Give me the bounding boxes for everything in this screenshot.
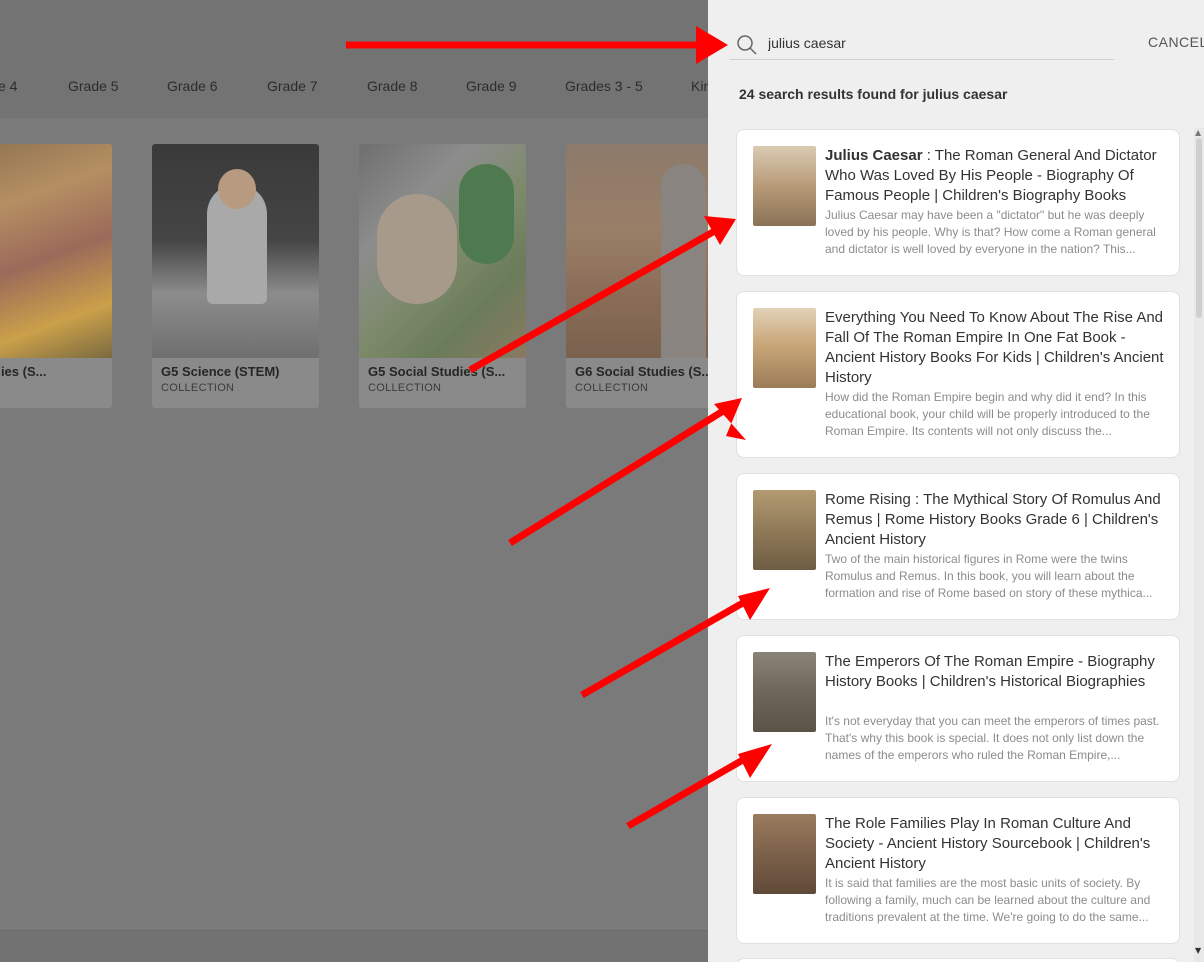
- collection-type: COLLECTION: [575, 382, 649, 394]
- search-result-card[interactable]: [736, 958, 1180, 962]
- search-result-card[interactable]: The Role Families Play In Roman Culture …: [736, 797, 1180, 944]
- tab-grade-7[interactable]: Grade 7: [267, 78, 318, 94]
- search-input[interactable]: [768, 32, 1098, 54]
- result-title-highlight: Julius Caesar: [825, 147, 923, 164]
- cancel-button[interactable]: CANCEL: [1148, 34, 1204, 50]
- tab-grades-3-5[interactable]: Grades 3 - 5: [565, 78, 643, 94]
- collection-type: COLLECTION: [368, 382, 442, 394]
- results-scrollbar[interactable]: ▲ ▼: [1194, 128, 1204, 962]
- result-description: Two of the main historical figures in Ro…: [825, 552, 1153, 600]
- collection-photo: [152, 144, 319, 358]
- book-cover-thumbnail: [753, 308, 816, 388]
- result-title-text: The Role Families Play In Roman Culture …: [825, 815, 1151, 872]
- collection-card[interactable]: G6 Social Studies (S... COLLECTION: [566, 144, 708, 408]
- book-cover-thumbnail: [753, 146, 816, 226]
- collection-card[interactable]: G5 Science (STEM) COLLECTION: [152, 144, 319, 408]
- tab-kindergarten[interactable]: Kin: [691, 78, 708, 94]
- search-icon: [737, 35, 757, 55]
- search-result-card[interactable]: Julius Caesar : The Roman General And Di…: [736, 129, 1180, 276]
- search-result-card[interactable]: The Emperors Of The Roman Empire - Biogr…: [736, 635, 1180, 782]
- result-title[interactable]: Julius Caesar : The Roman General And Di…: [825, 146, 1169, 206]
- tab-grade-5[interactable]: Grade 5: [68, 78, 119, 94]
- collection-card[interactable]: G5 Social Studies (S... COLLECTION: [359, 144, 526, 408]
- collection-photo: [566, 144, 708, 358]
- collection-title: G5 Social Studies (S...: [368, 364, 506, 379]
- tab-grade-8[interactable]: Grade 8: [367, 78, 418, 94]
- result-title[interactable]: Rome Rising : The Mythical Story Of Romu…: [825, 490, 1169, 550]
- result-title-text: Everything You Need To Know About The Ri…: [825, 309, 1164, 386]
- tab-grade-6[interactable]: Grade 6: [167, 78, 218, 94]
- result-title-text: Rome Rising : The Mythical Story Of Romu…: [825, 491, 1161, 548]
- collection-title: G5 Science (STEM): [161, 364, 280, 379]
- book-cover-thumbnail: [753, 652, 816, 732]
- scroll-down-icon[interactable]: ▼: [1195, 946, 1201, 955]
- results-count: 24 search results found for julius caesa…: [739, 86, 1008, 102]
- search-result-card[interactable]: Rome Rising : The Mythical Story Of Romu…: [736, 473, 1180, 620]
- book-cover-thumbnail: [753, 814, 816, 894]
- result-title[interactable]: The Emperors Of The Roman Empire - Biogr…: [825, 652, 1169, 692]
- result-description: How did the Roman Empire begin and why d…: [825, 390, 1150, 438]
- tab-grade-4[interactable]: e 4: [0, 78, 17, 94]
- collection-photo: [359, 144, 526, 358]
- background-page: e 4 Grade 5 Grade 6 Grade 7 Grade 8 Grad…: [0, 0, 708, 962]
- collection-title: ial Studies (S...: [0, 364, 47, 379]
- collection-type: TION: [0, 382, 103, 394]
- search-panel: CANCEL 24 search results found for juliu…: [708, 0, 1204, 962]
- collection-photo: [0, 144, 112, 358]
- collection-type: COLLECTION: [161, 382, 235, 394]
- collection-title: G6 Social Studies (S...: [575, 364, 708, 379]
- result-description: It's not everyday that you can meet the …: [825, 714, 1160, 762]
- result-title[interactable]: The Role Families Play In Roman Culture …: [825, 814, 1169, 874]
- result-title-text: The Emperors Of The Roman Empire - Biogr…: [825, 653, 1155, 690]
- collection-card[interactable]: ial Studies (S... TION: [0, 144, 112, 408]
- grade-tabs: e 4 Grade 5 Grade 6 Grade 7 Grade 8 Grad…: [0, 78, 708, 106]
- result-description: It is said that families are the most ba…: [825, 876, 1151, 924]
- result-description: Julius Caesar may have been a "dictator"…: [825, 208, 1156, 256]
- search-result-card[interactable]: Everything You Need To Know About The Ri…: [736, 291, 1180, 458]
- search-bar: [730, 26, 1114, 60]
- footer-band: [0, 930, 708, 962]
- tab-grade-9[interactable]: Grade 9: [466, 78, 517, 94]
- scroll-up-icon[interactable]: ▲: [1195, 128, 1201, 137]
- book-cover-thumbnail: [753, 490, 816, 570]
- scrollbar-thumb[interactable]: [1196, 138, 1202, 318]
- result-title[interactable]: Everything You Need To Know About The Ri…: [825, 308, 1169, 388]
